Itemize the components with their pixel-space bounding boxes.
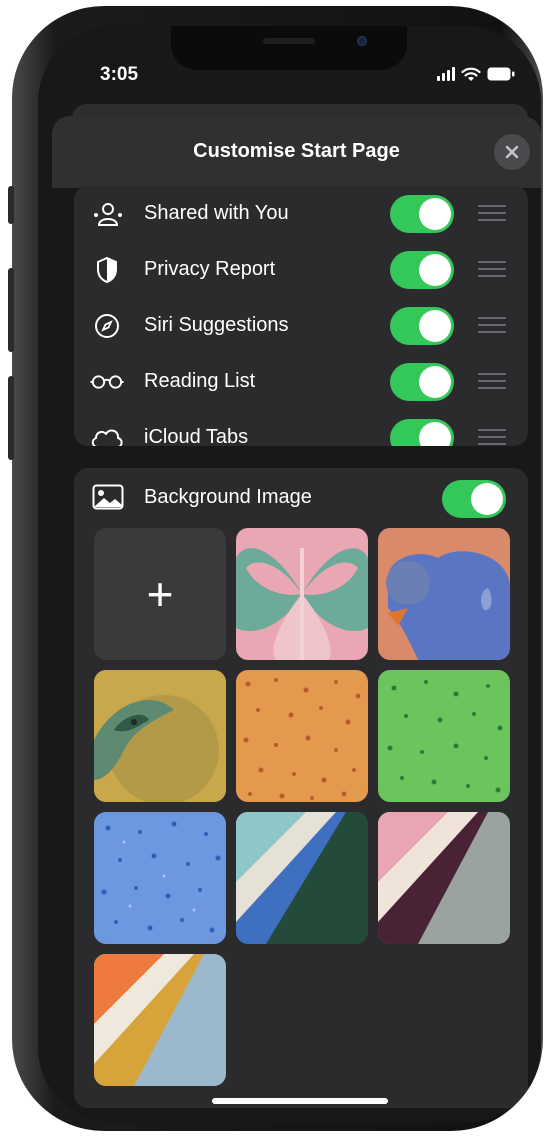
screen: 3:05 Customise Start Page Shared with Yo… — [38, 26, 541, 1123]
reading-list-toggle[interactable] — [390, 363, 454, 401]
background-tile-blue-dots[interactable] — [94, 812, 226, 944]
close-button[interactable] — [494, 134, 530, 170]
front-camera — [357, 36, 367, 46]
speaker — [263, 38, 315, 44]
background-tile-orange-dots[interactable] — [236, 670, 368, 802]
section-row-privacy-report: Privacy Report — [74, 242, 528, 298]
cloud-icon — [90, 424, 124, 446]
bear-image — [378, 528, 510, 660]
privacy-report-toggle[interactable] — [390, 251, 454, 289]
background-tile-blue-green-stripes[interactable] — [236, 812, 368, 944]
background-image-toggle[interactable] — [442, 480, 506, 518]
shared-with-you-toggle[interactable] — [390, 195, 454, 233]
background-image-label: Background Image — [144, 486, 312, 508]
phone-frame: 3:05 Customise Start Page Shared with Yo… — [8, 6, 543, 1131]
blue-green-stripes-image — [236, 812, 368, 944]
wifi-icon — [461, 67, 481, 81]
compass-icon — [90, 312, 124, 340]
background-tile-bear[interactable] — [378, 528, 510, 660]
close-icon — [505, 145, 519, 159]
status-time: 3:05 — [100, 64, 139, 85]
reorder-grip-icon[interactable] — [478, 317, 506, 335]
background-tile-butterfly[interactable] — [236, 528, 368, 660]
add-background-button[interactable]: + — [94, 528, 226, 660]
section-row-siri-suggestions: Siri Suggestions — [74, 298, 528, 354]
section-label: Reading List — [144, 370, 256, 392]
section-label: Shared with You — [144, 202, 289, 224]
reorder-grip-icon[interactable] — [478, 261, 506, 279]
orange-dots-image — [236, 670, 368, 802]
glasses-icon — [90, 368, 124, 396]
reorder-grip-icon[interactable] — [478, 373, 506, 391]
section-row-reading-list: Reading List — [74, 354, 528, 410]
section-row-shared-with-you: Shared with You — [74, 186, 528, 242]
background-tile-orange-yellow-stripes[interactable] — [94, 954, 226, 1086]
section-label: Siri Suggestions — [144, 314, 289, 336]
sections-list: Shared with You Privacy Report Siri Sugg… — [74, 186, 528, 446]
sheet-title: Customise Start Page — [193, 140, 400, 162]
notch — [171, 26, 407, 70]
section-row-icloud-tabs: iCloud Tabs — [74, 410, 528, 446]
background-image-card: Background Image + — [74, 468, 528, 1108]
pink-plum-stripes-image — [378, 812, 510, 944]
parrot-image — [94, 670, 226, 802]
background-tile-green-dots[interactable] — [378, 670, 510, 802]
icloud-tabs-toggle[interactable] — [390, 419, 454, 446]
siri-suggestions-toggle[interactable] — [390, 307, 454, 345]
section-label: Privacy Report — [144, 258, 276, 280]
green-dots-image — [378, 670, 510, 802]
blue-dots-image — [94, 812, 226, 944]
volume-down-button — [8, 376, 14, 460]
reorder-grip-icon[interactable] — [478, 429, 506, 446]
orange-yellow-stripes-image — [94, 954, 226, 1086]
reorder-grip-icon[interactable] — [478, 205, 506, 223]
shield-icon — [90, 256, 124, 284]
butterfly-image — [236, 528, 368, 660]
background-tile-parrot[interactable] — [94, 670, 226, 802]
cellular-signal-icon — [437, 67, 455, 81]
home-indicator[interactable] — [212, 1098, 388, 1104]
plus-icon: + — [146, 568, 174, 620]
status-icons — [437, 64, 515, 84]
volume-up-button — [8, 268, 14, 352]
background-tile-pink-plum-stripes[interactable] — [378, 812, 510, 944]
shared-with-you-icon — [90, 200, 124, 228]
silent-switch — [8, 186, 14, 224]
section-label: iCloud Tabs — [144, 426, 249, 446]
sheet-header: Customise Start Page — [52, 116, 541, 188]
battery-icon — [487, 67, 515, 81]
photo-icon — [92, 484, 124, 510]
